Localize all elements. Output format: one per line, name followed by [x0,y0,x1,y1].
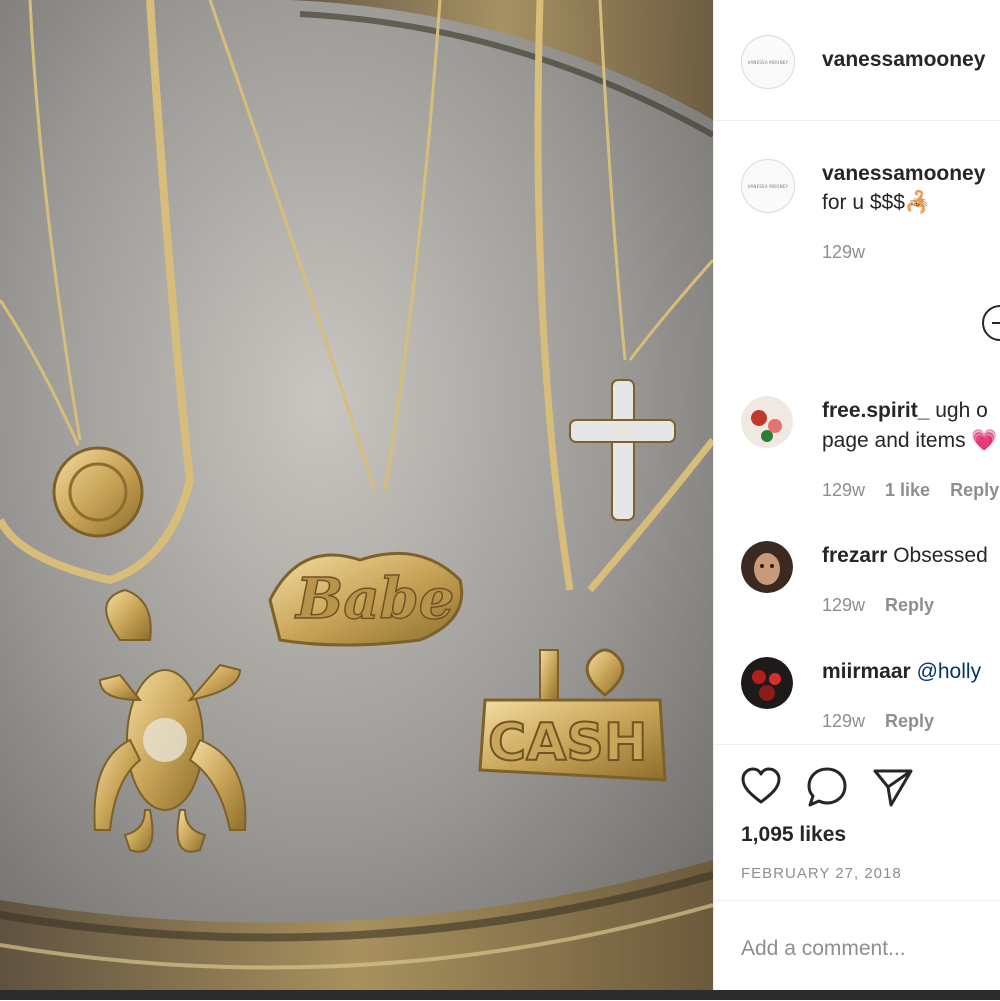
caption-timestamp[interactable]: 129w [822,242,865,263]
reply-button[interactable]: Reply [885,711,934,731]
avatar[interactable] [741,657,793,709]
comment-text: frezarr Obsessed [822,544,988,568]
heart-icon[interactable] [739,765,783,809]
like-count[interactable]: 1,095 likes [741,823,846,847]
comment-box [714,900,1000,1001]
comment-username[interactable]: frezarr [822,544,887,567]
author-username[interactable]: vanessamooney [822,48,985,72]
avatar-image [741,657,793,709]
comment-body: Obsessed [887,544,988,567]
comment-timestamp[interactable]: 129w [822,711,865,731]
avatar[interactable] [741,541,793,593]
send-icon[interactable] [871,765,915,809]
author-avatar[interactable]: VANESSA MOONEY [741,35,795,89]
caption-text: for u $$$🦂 [822,191,932,214]
avatar[interactable] [741,396,793,448]
comment-input[interactable] [741,931,991,967]
comment-likes[interactable]: 1 like [885,480,930,500]
reply-button[interactable]: Reply [950,480,999,500]
post-actions: 1,095 likes FEBRUARY 27, 2018 [714,744,1000,901]
post-date[interactable]: FEBRUARY 27, 2018 [741,865,902,882]
post-header: VANESSA MOONEY vanessamooney [714,0,1000,121]
post-details-panel: VANESSA MOONEY vanessamooney VANESSA MOO… [713,0,1000,1000]
avatar-image [741,541,793,593]
comment-text: miirmaar @holly [822,660,981,684]
comment-text: free.spirit_ ugh o [822,399,988,423]
post-photo[interactable]: Babe CASH [0,0,713,1000]
comment-meta: 129w 1 like Reply [822,480,1000,501]
necklaces-photo: Babe CASH [0,0,713,1000]
comment-meta: 129w Reply [822,711,954,732]
comment-body: ugh o [929,399,988,422]
comment-timestamp[interactable]: 129w [822,480,865,500]
avatar-logo-text: VANESSA MOONEY [747,183,789,189]
comment-meta: 129w Reply [822,595,954,616]
comment-timestamp[interactable]: 129w [822,595,865,615]
avatar-image [741,396,793,448]
reply-button[interactable]: Reply [885,595,934,615]
svg-text:CASH: CASH [488,713,647,773]
comment-icon[interactable] [805,765,849,809]
comment-username[interactable]: free.spirit_ [822,399,929,422]
comment-username[interactable]: miirmaar [822,660,911,683]
thumbnail-strip [0,990,1000,1000]
caption-avatar[interactable]: VANESSA MOONEY [741,159,795,213]
svg-text:Babe: Babe [294,566,454,632]
caption-username[interactable]: vanessamooney [822,162,985,186]
comment-text-line-2: page and items 💗 [822,429,998,452]
avatar-logo-text: VANESSA MOONEY [747,59,789,65]
plus-circle-icon[interactable] [982,305,1000,341]
comment-mention[interactable]: @holly [917,660,982,683]
